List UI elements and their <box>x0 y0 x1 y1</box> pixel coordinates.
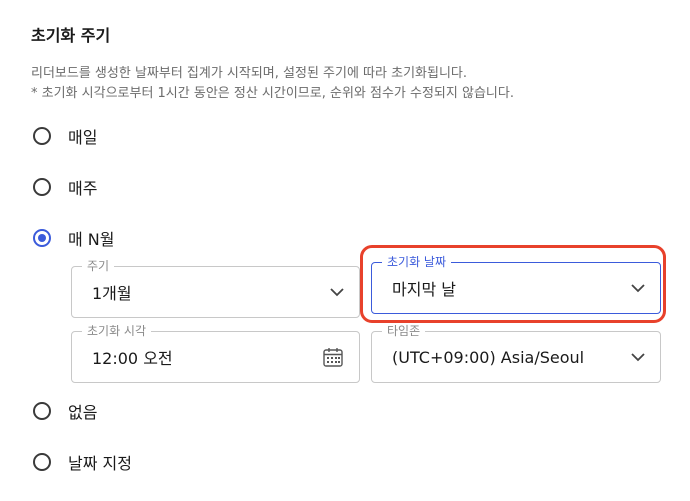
radio-option-weekly[interactable]: 매주 <box>33 175 97 199</box>
section-note: * 초기화 시각으로부터 1시간 동안은 정산 시간이므로, 순위와 점수가 수… <box>31 86 514 101</box>
radio-option-every-n-months[interactable]: 매 N월 <box>33 226 115 250</box>
reset-day-select[interactable]: 초기화 날짜 마지막 날 <box>371 255 661 314</box>
radio-option-custom-date[interactable]: 날짜 지정 <box>33 450 132 474</box>
reset-day-legend: 초기화 날짜 <box>382 255 452 269</box>
reset-time-value: 12:00 오전 <box>92 349 173 368</box>
reset-time-picker[interactable]: 초기화 시각 12:00 오전 <box>71 324 360 383</box>
chevron-down-icon <box>329 284 345 300</box>
period-select[interactable]: 주기 1개월 <box>71 259 360 318</box>
radio-label: 매 N월 <box>68 230 115 249</box>
period-value: 1개월 <box>92 284 132 303</box>
radio-button[interactable] <box>33 127 51 145</box>
period-legend: 주기 <box>82 259 115 273</box>
radio-button[interactable] <box>33 178 51 196</box>
radio-label: 날짜 지정 <box>68 454 132 473</box>
radio-option-daily[interactable]: 매일 <box>33 124 97 148</box>
chevron-down-icon <box>630 349 646 365</box>
reset-day-value: 마지막 날 <box>392 280 456 299</box>
radio-button-selected[interactable] <box>33 229 51 247</box>
timezone-value: (UTC+09:00) Asia/Seoul <box>392 347 585 367</box>
radio-label: 매주 <box>68 179 98 198</box>
radio-button[interactable] <box>33 402 51 420</box>
radio-label: 없음 <box>68 403 98 422</box>
radio-button[interactable] <box>33 453 51 471</box>
chevron-down-icon <box>630 280 646 296</box>
radio-label: 매일 <box>68 128 98 147</box>
section-title: 초기화 주기 <box>31 26 111 45</box>
timezone-select[interactable]: 타임존 (UTC+09:00) Asia/Seoul <box>371 324 661 383</box>
timezone-legend: 타임존 <box>382 324 426 338</box>
radio-option-none[interactable]: 없음 <box>33 399 97 423</box>
section-description: 리더보드를 생성한 날짜부터 집계가 시작되며, 설정된 주기에 따라 초기화됩… <box>31 66 468 81</box>
reset-time-legend: 초기화 시각 <box>82 324 152 338</box>
calendar-icon[interactable] <box>321 345 345 369</box>
